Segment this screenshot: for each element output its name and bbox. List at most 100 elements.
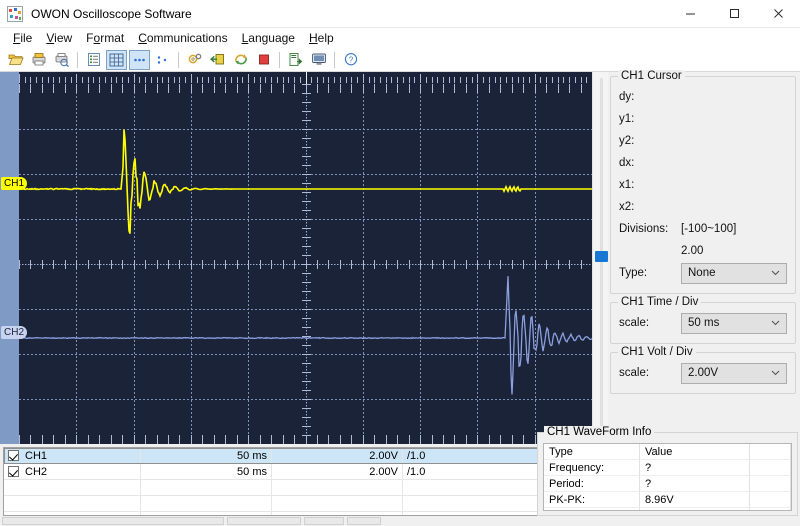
slider-thumb[interactable] (595, 251, 608, 262)
table-header-row: Type Value (544, 444, 791, 460)
cursor-field-row: dx: (619, 153, 787, 173)
table-row-empty[interactable] (544, 508, 791, 510)
export-icon[interactable] (285, 50, 306, 70)
table-row[interactable]: PK-PK: 8.96V (544, 492, 791, 508)
table-row-empty[interactable] (4, 496, 608, 512)
monitor-icon[interactable] (308, 50, 329, 70)
window-controls (668, 0, 800, 28)
cursor-field-label: Divisions: (619, 223, 669, 235)
empty-cell (640, 508, 750, 510)
empty-cell (272, 480, 403, 495)
cursor-field-row: y1: (619, 109, 787, 129)
empty-cell (272, 496, 403, 511)
time-div-row: scale: 50 ms (619, 312, 787, 334)
table-row[interactable]: Frequency: ? (544, 460, 791, 476)
refresh-icon[interactable] (230, 50, 251, 70)
measurement-type: Period: (544, 476, 640, 492)
volt-div-value: 2.00V (688, 367, 719, 379)
time-div-select[interactable]: 50 ms (681, 312, 787, 334)
minimize-button[interactable] (668, 0, 712, 28)
toolbar-separator (77, 51, 78, 68)
measurement-value: 8.96V (640, 492, 750, 508)
ch2-marker[interactable]: CH2 (1, 326, 28, 339)
row-spacer (750, 476, 791, 492)
ch1-marker[interactable]: CH1 (1, 177, 28, 190)
toolbar-separator (178, 51, 179, 68)
ch1-time-div-group: CH1 Time / Div scale: 50 ms (610, 296, 796, 344)
cursor-field-label: dy: (619, 91, 635, 103)
header-type: Type (544, 444, 640, 460)
menu-file[interactable]: File (6, 29, 39, 47)
chevron-down-icon (768, 320, 782, 326)
cursor-type-value: None (688, 267, 716, 279)
time-div-scale-label: scale: (619, 317, 650, 329)
menu-language[interactable]: Language (235, 29, 302, 47)
app-chart-icon (7, 5, 23, 22)
channel-visible-checkbox[interactable] (8, 466, 19, 477)
points-view-icon[interactable] (152, 50, 173, 70)
scope-and-list-column: CH1 CH2 CH1 50 ms 2.00V /1.0 CH2 50 ms 2… (0, 72, 608, 516)
channel-list-table[interactable]: CH1 50 ms 2.00V /1.0 CH2 50 ms 2.00V /1.… (3, 447, 608, 516)
save-icon[interactable] (28, 50, 49, 70)
cursor-field-label: x1: (619, 179, 635, 191)
close-button[interactable] (756, 0, 800, 28)
cursor-field-row: x1: (619, 175, 787, 195)
scope-canvas[interactable]: CH1 CH2 (0, 72, 592, 444)
cursor-field-row: x2: (619, 197, 787, 217)
status-bar (0, 516, 800, 526)
maximize-button[interactable] (712, 0, 756, 28)
waveform-info-table[interactable]: Type Value Frequency: ? Period: ? PK-PK:… (543, 443, 792, 511)
status-cell-2 (227, 517, 301, 525)
time-ruler[interactable] (0, 72, 592, 84)
menu-communications[interactable]: Communications (131, 29, 234, 47)
menu-help[interactable]: Help (302, 29, 341, 47)
cursor-field-label: x2: (619, 201, 635, 213)
ch1-volt-div-group: CH1 Volt / Div scale: 2.00V (610, 346, 796, 394)
volt-div-scale-label: scale: (619, 367, 650, 379)
help-icon[interactable]: ? (340, 50, 361, 70)
grid-view-icon[interactable] (106, 49, 127, 70)
time-div-value: 50 ms (688, 317, 720, 329)
waveform-info-title: CH1 WaveForm Info (544, 426, 655, 438)
toolbar: ? (0, 48, 800, 72)
ch1-cursor-title: CH1 Cursor (618, 70, 685, 82)
empty-cell (4, 480, 141, 495)
cursor-type-label: Type: (619, 267, 648, 279)
channel-volt-cell: 2.00V (272, 448, 403, 463)
menu-view[interactable]: View (39, 29, 79, 47)
channel-probe-cell: /1.0 (407, 465, 426, 478)
window-title: OWON Oscilloscope Software (31, 6, 192, 21)
cursor-field-label: y1: (619, 113, 635, 125)
channel-name-cell: CH1 (4, 448, 141, 463)
vertical-position-slider[interactable] (592, 72, 608, 444)
measurement-value: ? (640, 476, 750, 492)
settings-gear-icon[interactable] (184, 50, 205, 70)
dots-view-icon[interactable] (129, 49, 150, 70)
table-row[interactable]: CH2 50 ms 2.00V /1.0 (4, 464, 608, 480)
cursor-type-select[interactable]: None (681, 262, 787, 284)
empty-cell (4, 496, 141, 511)
menu-format[interactable]: Format (79, 29, 131, 47)
print-preview-icon[interactable] (51, 50, 72, 70)
ch1-waveform-info-group: CH1 WaveForm Info Type Value Frequency: … (537, 426, 798, 516)
table-row[interactable]: Period: ? (544, 476, 791, 492)
connect-icon[interactable] (207, 50, 228, 70)
empty-cell (403, 480, 538, 495)
table-row[interactable]: CH1 50 ms 2.00V /1.0 (4, 448, 608, 464)
volt-div-row: scale: 2.00V (619, 362, 787, 384)
cursor-field-row: 2.00 (619, 241, 787, 261)
channel-name-cell: CH2 (4, 464, 141, 479)
open-icon[interactable] (5, 50, 26, 70)
stop-icon[interactable] (253, 50, 274, 70)
table-row-empty[interactable] (4, 480, 608, 496)
menu-bar: File View Format Communications Language… (0, 28, 800, 48)
empty-cell (544, 508, 640, 510)
channel-visible-checkbox[interactable] (8, 450, 19, 461)
volt-div-select[interactable]: 2.00V (681, 362, 787, 384)
header-spacer (750, 444, 791, 460)
toolbar-separator (279, 51, 280, 68)
ch2-waveform (19, 276, 592, 395)
measurement-type: Frequency: (544, 460, 640, 476)
list-view-icon[interactable] (83, 50, 104, 70)
empty-cell (403, 496, 538, 511)
